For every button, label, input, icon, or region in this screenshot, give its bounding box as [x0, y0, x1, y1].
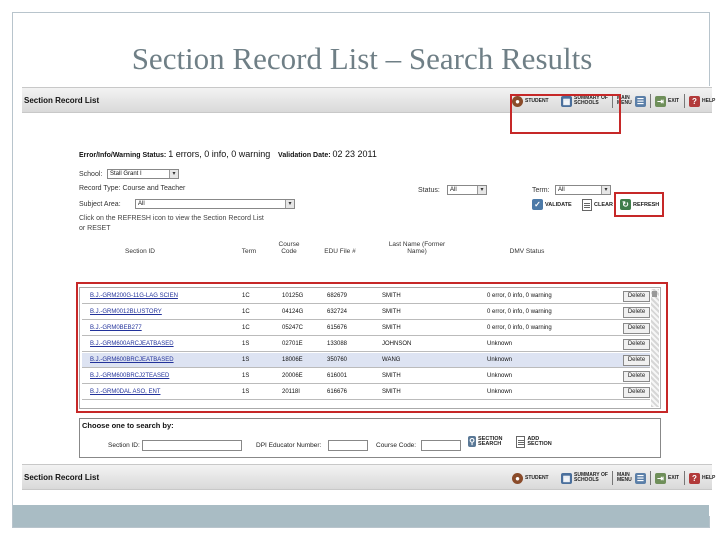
- section-search-button[interactable]: ⚲ Section Search: [468, 436, 514, 447]
- header-title: Section Record List: [24, 96, 100, 105]
- course-code-search-label: Course Code:: [376, 442, 417, 449]
- main-menu-icon: ☰: [635, 472, 646, 484]
- col-header-dmv-status: DMV Status: [509, 248, 545, 255]
- exit-icon: ⇥: [655, 472, 666, 484]
- section-id-search-label: Section ID:: [108, 442, 140, 449]
- refresh-hint: Click on the REFRESH icon to view the Se…: [79, 215, 264, 222]
- nav-student-button[interactable]: ● Student: [512, 472, 559, 484]
- col-header-section-id: Section ID: [125, 248, 155, 255]
- slide-title: Section Record List – Search Results: [131, 41, 593, 76]
- nav-main-menu-button[interactable]: Main Menu ☰: [617, 95, 646, 107]
- nav-help-button[interactable]: ? Help: [689, 472, 715, 484]
- nav-divider: [650, 94, 651, 108]
- nav-main-menu-button[interactable]: Main Menu ☰: [617, 472, 646, 484]
- slide: Section Record List – Search Results Sec…: [12, 12, 715, 528]
- validation-date-label: Validation Date:: [278, 152, 331, 159]
- bottom-header-bar: Section Record List ● Student ▦ Summary …: [22, 464, 715, 490]
- status-label: Error/Info/Warning Status:: [79, 152, 167, 159]
- summary-icon: ▦: [561, 472, 572, 484]
- refresh-highlight-box: [614, 192, 664, 217]
- help-icon: ?: [689, 472, 700, 484]
- dpi-educator-input[interactable]: [328, 440, 368, 451]
- reset-hint: or RESET: [79, 225, 111, 232]
- nav-highlight-box: [510, 94, 621, 134]
- col-header-edu-file: EDU File #: [324, 248, 356, 255]
- nav-divider: [684, 94, 685, 108]
- school-select[interactable]: Stall Grant I: [107, 169, 179, 179]
- help-icon: ?: [689, 95, 700, 107]
- school-label: School:: [79, 171, 103, 178]
- footer-nav: ● Student ▦ Summary of Schools Main Menu…: [512, 468, 715, 488]
- nav-exit-button[interactable]: ⇥ Exit: [655, 95, 680, 107]
- status-line: Error/Info/Warning Status: 1 errors, 0 i…: [79, 149, 377, 159]
- add-section-icon: [516, 436, 526, 448]
- nav-divider: [650, 471, 651, 485]
- nav-help-button[interactable]: ? Help: [689, 95, 715, 107]
- add-section-button[interactable]: Add Section: [516, 436, 562, 448]
- term-label: Term:: [532, 187, 550, 194]
- subject-area-select[interactable]: All: [135, 199, 295, 209]
- course-code-input[interactable]: [421, 440, 461, 451]
- nav-exit-button[interactable]: ⇥ Exit: [655, 472, 680, 484]
- search-panel-title: Choose one to search by:: [82, 421, 174, 430]
- status-filter-label: Status:: [418, 187, 440, 194]
- validate-button[interactable]: ✓ Validate: [532, 199, 572, 210]
- clear-button[interactable]: Clear: [582, 199, 613, 211]
- footer-header-title: Section Record List: [24, 473, 100, 482]
- status-select[interactable]: All: [447, 185, 487, 195]
- app-screenshot: Section Record List ● Student ▦ Summary …: [22, 86, 715, 516]
- status-value: 1 errors, 0 info, 0 warning: [168, 149, 271, 159]
- results-highlight-box: [76, 282, 668, 413]
- col-header-term: Term: [241, 248, 257, 255]
- nav-divider: [684, 471, 685, 485]
- record-type-label: Record Type: Course and Teacher: [79, 185, 186, 192]
- col-header-course-code: Course Code: [278, 241, 300, 255]
- section-id-input[interactable]: [142, 440, 242, 451]
- clear-icon: [582, 199, 592, 211]
- nav-divider: [612, 471, 613, 485]
- main-menu-icon: ☰: [635, 95, 646, 107]
- magnifier-icon: ⚲: [468, 436, 477, 447]
- slide-footer-bar: [13, 505, 709, 527]
- validation-date-value: 02 23 2011: [332, 149, 377, 159]
- validate-icon: ✓: [532, 199, 543, 210]
- col-header-last-name: Last Name (Former Name): [388, 241, 446, 255]
- subject-area-label: Subject Area:: [79, 201, 121, 208]
- nav-summary-button[interactable]: ▦ Summary of Schools: [561, 472, 608, 484]
- dpi-educator-label: DPI Educator Number:: [256, 442, 322, 449]
- student-icon: ●: [512, 472, 523, 484]
- search-panel: Choose one to search by: Section ID: DPI…: [79, 418, 661, 458]
- term-select[interactable]: All: [555, 185, 611, 195]
- exit-icon: ⇥: [655, 95, 666, 107]
